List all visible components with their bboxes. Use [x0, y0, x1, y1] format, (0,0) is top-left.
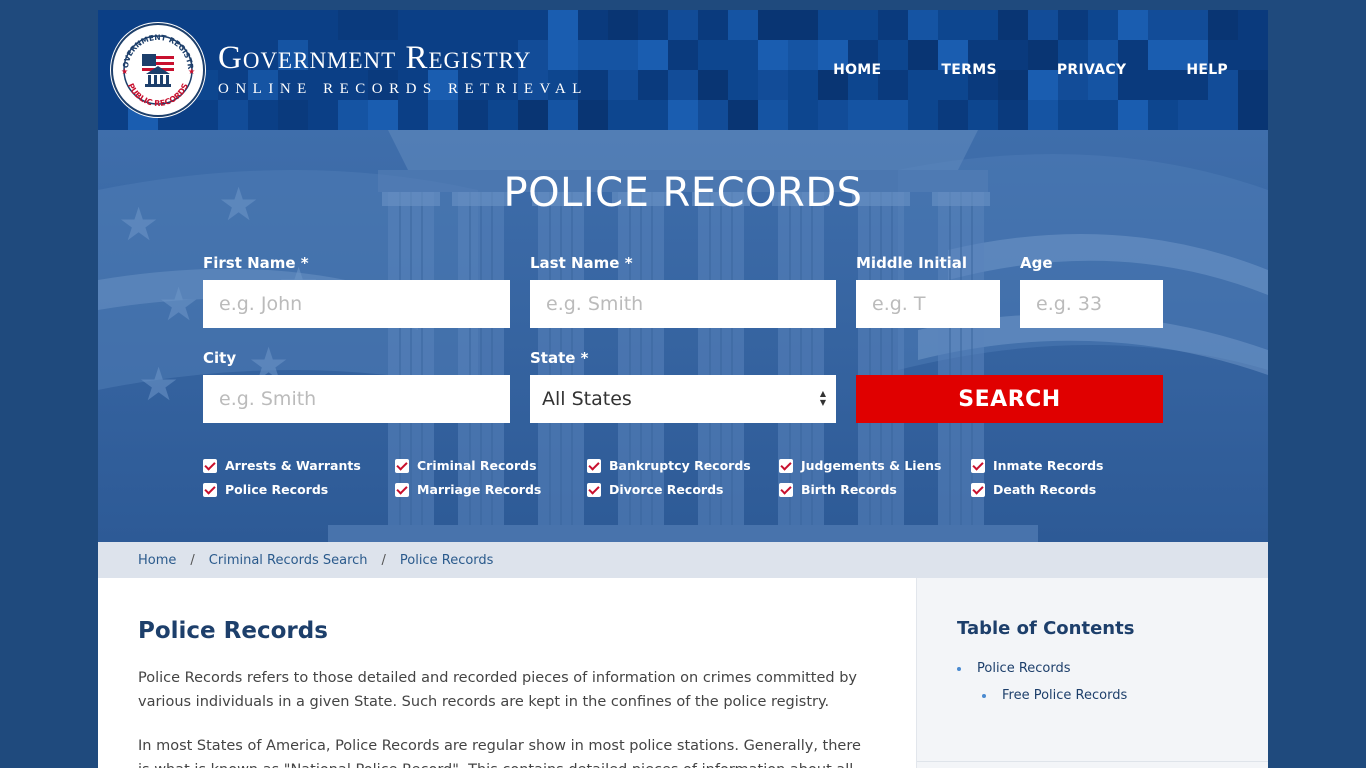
content-area: Police Records Police Records refers to …: [98, 578, 1268, 768]
brand: Government Registry ONLINE RECORDS RETRI…: [218, 42, 588, 98]
article-paragraph: Police Records refers to those detailed …: [138, 670, 858, 710]
first-name-label: First Name *: [203, 254, 309, 272]
logo[interactable]: GOVERNMENT REGISTRY PUBLIC RECORDS: [106, 15, 588, 118]
state-label: State *: [530, 349, 589, 367]
main-nav: HOME TERMS PRIVACY HELP: [773, 10, 1228, 130]
checkbox-death-records[interactable]: Death Records: [971, 482, 1096, 497]
select-arrows-icon: ▲ ▼: [819, 389, 826, 407]
checkbox-checked-icon: [971, 458, 985, 473]
checkbox-checked-icon: [203, 482, 217, 497]
breadcrumb-police-records[interactable]: Police Records: [400, 553, 494, 568]
checkbox-birth-records[interactable]: Birth Records: [779, 482, 897, 497]
nav-terms[interactable]: TERMS: [941, 62, 996, 78]
checkbox-marriage-records[interactable]: Marriage Records: [395, 482, 541, 497]
checkbox-criminal-records[interactable]: Criminal Records: [395, 458, 537, 473]
breadcrumb-separator: /: [381, 552, 386, 568]
checkbox-checked-icon: [203, 458, 217, 473]
checkbox-label: Death Records: [993, 482, 1097, 497]
brand-subtitle: ONLINE RECORDS RETRIEVAL: [218, 81, 588, 97]
checkbox-checked-icon: [587, 482, 601, 497]
checkbox-police-records[interactable]: Police Records: [203, 482, 328, 497]
checkbox-inmate-records[interactable]: Inmate Records: [971, 458, 1103, 473]
city-input[interactable]: [203, 375, 510, 423]
checkbox-label: Criminal Records: [417, 458, 537, 473]
article: Police Records Police Records refers to …: [98, 578, 917, 768]
checkbox-checked-icon: [779, 458, 793, 473]
brand-title: Government Registry: [218, 40, 532, 76]
checkbox-label: Bankruptcy Records: [609, 458, 751, 473]
state-select-value: All States: [542, 388, 632, 410]
last-name-label: Last Name *: [530, 254, 633, 272]
divider: [917, 761, 1268, 762]
checkbox-checked-icon: [587, 458, 601, 473]
checkbox-label: Inmate Records: [993, 458, 1104, 473]
checkbox-bankruptcy-records[interactable]: Bankruptcy Records: [587, 458, 751, 473]
nav-help[interactable]: HELP: [1186, 62, 1228, 78]
checkbox-judgements-liens[interactable]: Judgements & Liens: [779, 458, 941, 473]
checkbox-label: Divorce Records: [609, 482, 724, 497]
last-name-input[interactable]: [530, 280, 836, 328]
checkbox-label: Arrests & Warrants: [225, 458, 361, 473]
age-input[interactable]: [1020, 280, 1163, 328]
age-label: Age: [1020, 254, 1053, 272]
search-button[interactable]: SEARCH: [856, 375, 1163, 423]
first-name-input[interactable]: [203, 280, 510, 328]
svg-text:★: ★: [158, 278, 199, 330]
checkbox-label: Police Records: [225, 482, 329, 497]
checkbox-checked-icon: [779, 482, 793, 497]
city-label: City: [203, 349, 237, 367]
page-container: GOVERNMENT REGISTRY PUBLIC RECORDS: [98, 10, 1268, 768]
page-title: POLICE RECORDS: [503, 170, 863, 216]
svg-text:★: ★: [121, 67, 128, 76]
search-hero: ★★★ ★★★ POLICE RECORDS First Name * Last…: [98, 130, 1268, 542]
article-heading: Police Records: [138, 618, 328, 644]
breadcrumb: Home / Criminal Records Search / Police …: [98, 542, 1268, 578]
state-select[interactable]: All States ▲ ▼: [530, 375, 836, 423]
site-header: GOVERNMENT REGISTRY PUBLIC RECORDS: [98, 10, 1268, 130]
table-of-contents: Table of Contents Police Records Free Po…: [917, 578, 1268, 768]
checkbox-divorce-records[interactable]: Divorce Records: [587, 482, 723, 497]
toc-title: Table of Contents: [957, 618, 1135, 639]
toc-item-free-police-records[interactable]: Free Police Records: [982, 688, 1228, 703]
checkbox-checked-icon: [395, 458, 409, 473]
middle-initial-input[interactable]: [856, 280, 1000, 328]
checkbox-label: Birth Records: [801, 482, 897, 497]
toc-item-police-records[interactable]: Police Records: [957, 661, 1228, 676]
article-paragraph: In most States of America, Police Record…: [138, 738, 861, 768]
checkbox-label: Judgements & Liens: [801, 458, 942, 473]
breadcrumb-criminal-records-search[interactable]: Criminal Records Search: [209, 553, 368, 568]
breadcrumb-home[interactable]: Home: [138, 553, 176, 568]
checkbox-label: Marriage Records: [417, 482, 542, 497]
breadcrumb-separator: /: [190, 552, 195, 568]
nav-privacy[interactable]: PRIVACY: [1057, 62, 1126, 78]
seal-icon: GOVERNMENT REGISTRY PUBLIC RECORDS: [106, 15, 206, 118]
svg-text:★: ★: [188, 67, 195, 76]
svg-text:★: ★: [138, 358, 179, 410]
checkbox-checked-icon: [971, 482, 985, 497]
middle-initial-label: Middle Initial: [856, 254, 968, 272]
checkbox-checked-icon: [395, 482, 409, 497]
checkbox-arrests-warrants[interactable]: Arrests & Warrants: [203, 458, 361, 473]
nav-home[interactable]: HOME: [833, 62, 881, 78]
